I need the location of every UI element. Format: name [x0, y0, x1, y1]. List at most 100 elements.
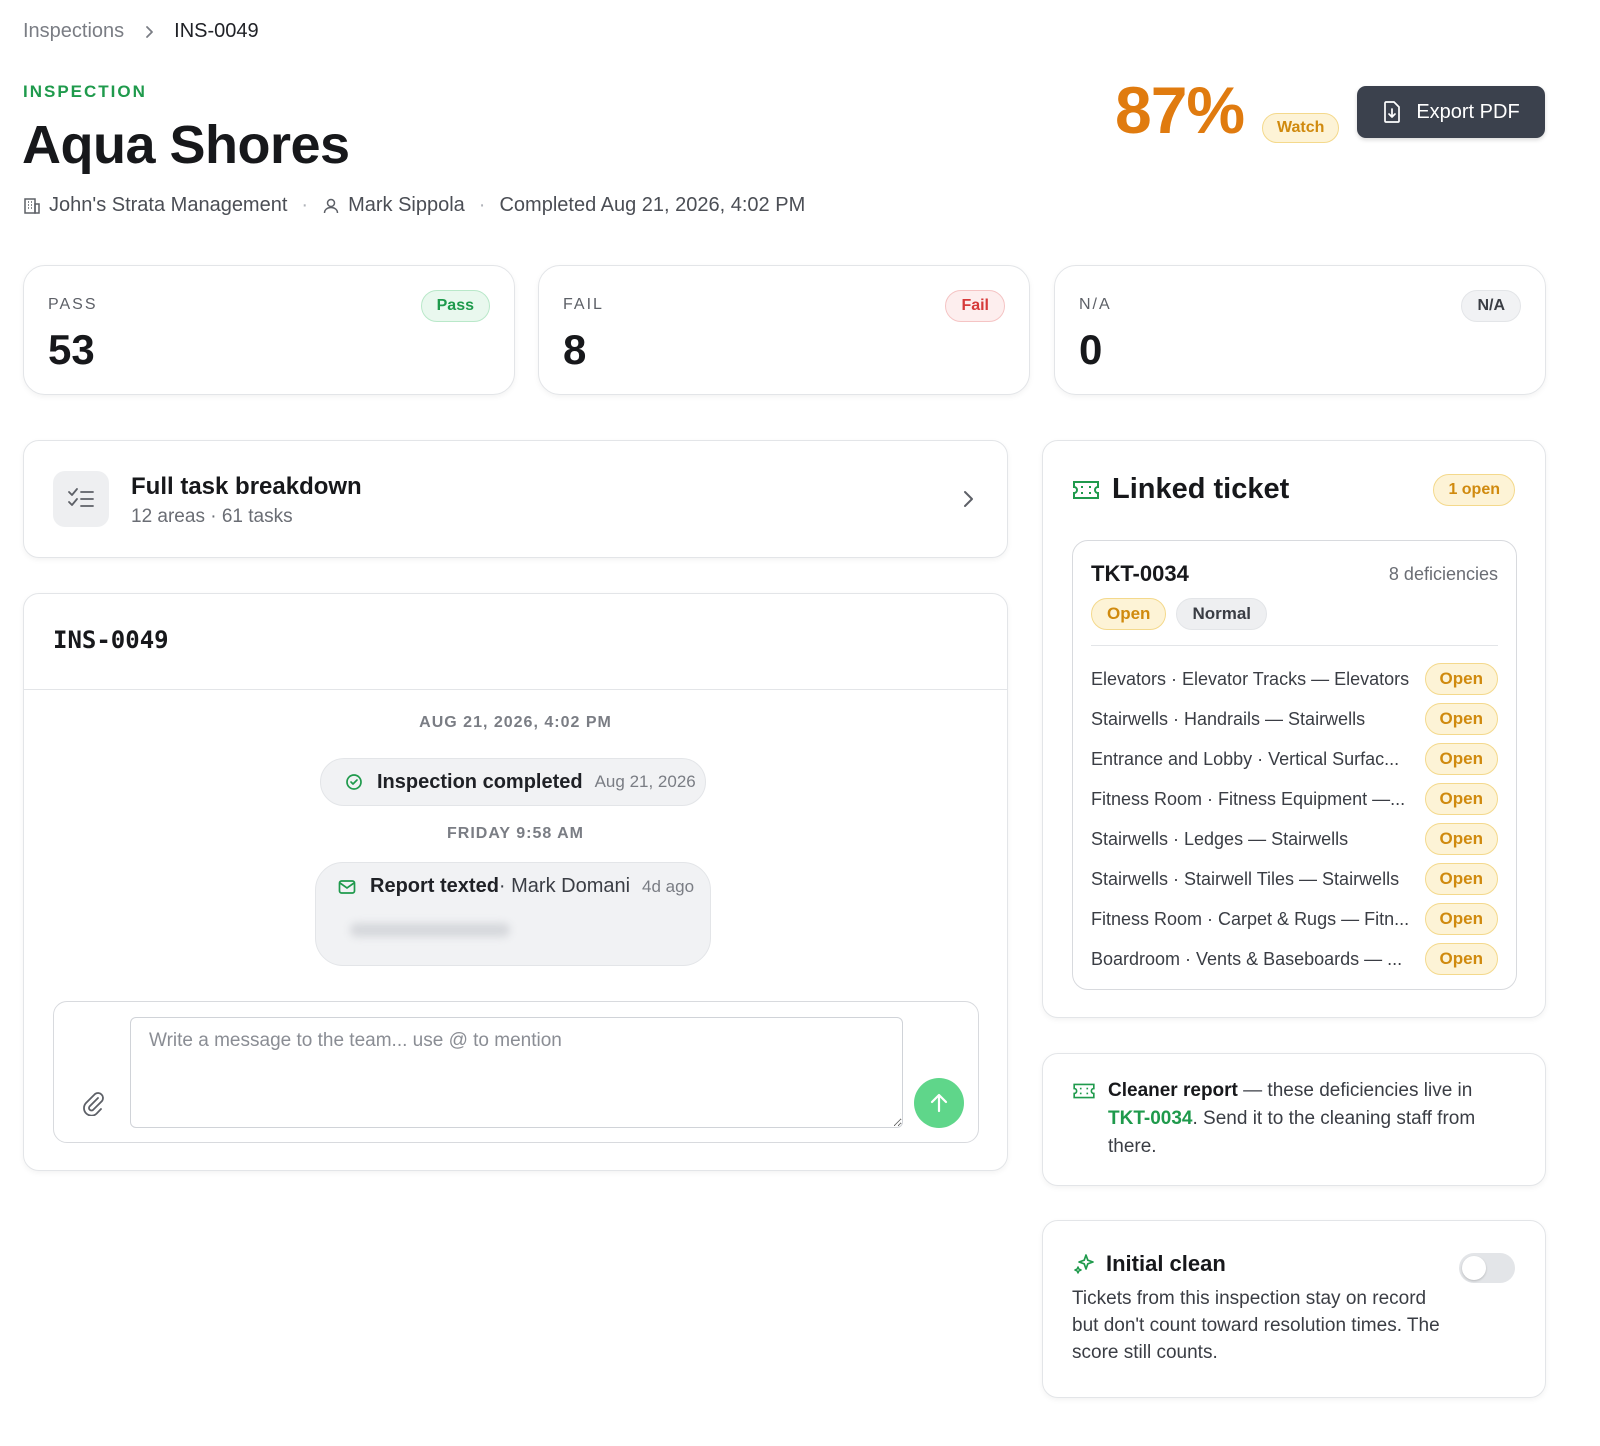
activity-inspection-id: INS-0049 [53, 626, 169, 654]
deficiency-item[interactable]: Stairwells · Ledges — Stairwells Open [1091, 819, 1498, 859]
ticket-priority-badge: Normal [1176, 598, 1268, 630]
deficiency-count: 8 deficiencies [1388, 564, 1498, 584]
deficiency-item[interactable]: Stairwells · Stairwell Tiles — Stairwell… [1091, 859, 1498, 899]
deficiency-item[interactable]: Fitness Room · Carpet & Rugs — Fitn... Op… [1091, 899, 1498, 939]
timeline-day-label: AUG 21, 2026, 4:02 PM [419, 714, 612, 731]
export-pdf-button[interactable]: Export PDF [1357, 86, 1545, 138]
deficiency-text: Boardroom · Vents & Baseboards — ... [1091, 948, 1403, 969]
ticket-status-badge: Open [1091, 598, 1167, 630]
event-author: · Mark Domani [498, 875, 631, 897]
deficiency-item[interactable]: Entrance and Lobby · Vertical Surfac... O… [1091, 739, 1498, 779]
send-button[interactable] [914, 1078, 964, 1128]
file-download-icon [1384, 101, 1401, 123]
ticket-id: TKT-0034 [1091, 561, 1189, 586]
chevron-right-icon [964, 491, 973, 507]
deficiency-status: Open [1424, 703, 1498, 735]
completed-date: Completed Aug 21, 2026, 4:02 PM [499, 194, 806, 216]
deficiency-text: Elevators · Elevator Tracks — Elevators [1091, 668, 1410, 689]
linked-ticket-title: Linked ticket [1112, 473, 1290, 505]
initial-clean-card: Initial clean Tickets from this inspecti… [1042, 1220, 1546, 1398]
inspector-name: Mark Sippola [348, 194, 465, 216]
stat-badge: Pass [420, 290, 490, 322]
stat-card-pass: PASS 53 Pass [23, 265, 515, 395]
message-composer [53, 1001, 979, 1143]
deficiency-text: Fitness Room · Carpet & Rugs — Fitn... [1091, 908, 1410, 929]
deficiency-item[interactable]: Elevators · Elevator Tracks — Elevators O… [1091, 659, 1498, 699]
deficiency-text: Entrance and Lobby · Vertical Surfac... [1091, 748, 1400, 769]
deficiency-item[interactable]: Stairwells · Handrails — Stairwells Open [1091, 699, 1498, 739]
message-input[interactable] [130, 1017, 903, 1128]
task-breakdown-card[interactable]: Full task breakdown 12 areas · 61 tasks [23, 440, 1008, 558]
arrow-up-icon [930, 1093, 948, 1113]
sparkles-icon [1074, 1254, 1094, 1274]
breadcrumb-parent[interactable]: Inspections [23, 20, 124, 43]
initial-clean-toggle[interactable] [1459, 1253, 1515, 1283]
blurred-recipient [350, 923, 510, 937]
breadcrumb-current: INS-0049 [174, 20, 259, 42]
event-date: Aug 21, 2026 [594, 772, 696, 791]
event-title: Inspection completed [377, 770, 583, 793]
deficiency-status: Open [1424, 903, 1498, 935]
page-title: Aqua Shores [22, 115, 350, 175]
deficiency-status: Open [1424, 743, 1498, 775]
linked-ticket-card: Linked ticket 1 open TKT-0034 8 deficien… [1042, 440, 1546, 1018]
checklist-icon [53, 471, 109, 527]
chevron-right-icon [146, 25, 154, 38]
deficiency-text: Fitness Room · Fitness Equipment —... [1091, 788, 1406, 809]
stat-badge: Fail [945, 290, 1005, 322]
deficiency-item[interactable]: Fitness Room · Fitness Equipment —... Ope… [1091, 779, 1498, 819]
cleaner-report-before: — these deficiencies live in [1237, 1080, 1473, 1101]
user-icon [323, 198, 339, 213]
mail-icon [338, 879, 356, 894]
ticket-card[interactable]: TKT-0034 8 deficiencies Open Normal Elev… [1072, 540, 1517, 990]
stat-value: 0 [1079, 326, 1103, 373]
breadcrumb: Inspections INS-0049 [23, 20, 259, 43]
deficiency-status: Open [1424, 663, 1498, 695]
breakdown-subtitle: 12 areas · 61 tasks [131, 506, 293, 527]
deficiency-item[interactable]: Boardroom · Vents & Baseboards — ... Open [1091, 939, 1498, 979]
inspection-score: 87% [1115, 73, 1245, 147]
page-eyebrow: INSPECTION [23, 82, 147, 101]
deficiency-text: Stairwells · Stairwell Tiles — Stairwell… [1091, 868, 1400, 889]
paperclip-icon[interactable] [80, 1090, 106, 1116]
cleaner-report-card: Cleaner report — these deficiencies live… [1042, 1053, 1546, 1186]
divider [1091, 645, 1498, 646]
event-time-ago: 4d ago [642, 876, 695, 896]
stat-card-fail: FAIL 8 Fail [538, 265, 1030, 395]
score-status-badge: Watch [1262, 113, 1340, 143]
initial-clean-title: Initial clean [1106, 1251, 1226, 1276]
company-name: John's Strata Management [49, 194, 288, 216]
ticket-icon [1073, 1083, 1095, 1099]
activity-panel: INS-0049 AUG 21, 2026, 4:02 PM Inspectio… [23, 593, 1008, 1171]
inspection-meta: John's Strata Management · Mark Sippola … [23, 194, 805, 217]
toggle-knob [1462, 1256, 1486, 1280]
stat-badge: N/A [1461, 290, 1521, 322]
stat-value: 8 [563, 326, 587, 373]
cleaner-report-text: Cleaner report — these deficiencies live… [1108, 1077, 1518, 1161]
meta-separator: · [301, 194, 309, 216]
timeline-day-label: FRIDAY 9:58 AM [447, 825, 584, 842]
deficiency-text: Stairwells · Ledges — Stairwells [1091, 828, 1349, 849]
event-inspection-completed: Inspection completed Aug 21, 2026 [320, 758, 706, 806]
deficiency-status: Open [1424, 783, 1498, 815]
stat-label: N/A [1079, 296, 1112, 313]
initial-clean-description: Tickets from this inspection stay on rec… [1072, 1288, 1440, 1363]
event-report-texted: Report texted · Mark Domani 4d ago [315, 862, 711, 966]
breakdown-title: Full task breakdown [131, 473, 362, 500]
building-icon [24, 197, 40, 214]
event-title: Report texted [370, 875, 499, 897]
cleaner-report-title: Cleaner report [1108, 1080, 1238, 1101]
meta-separator: · [478, 194, 486, 216]
stat-card-na: N/A 0 N/A [1054, 265, 1546, 395]
deficiency-status: Open [1424, 943, 1498, 975]
export-pdf-label: Export PDF [1416, 100, 1520, 123]
deficiency-list: Elevators · Elevator Tracks — Elevators O… [1091, 659, 1498, 979]
deficiency-status: Open [1424, 823, 1498, 855]
ticket-link[interactable]: TKT-0034 [1108, 1108, 1192, 1129]
stat-value: 53 [48, 326, 95, 373]
stat-label: PASS [48, 296, 98, 313]
check-circle-icon [346, 774, 362, 790]
deficiency-text: Stairwells · Handrails — Stairwells [1091, 708, 1366, 729]
open-count-badge: 1 open [1433, 474, 1515, 506]
activity-header: INS-0049 [24, 594, 1007, 690]
